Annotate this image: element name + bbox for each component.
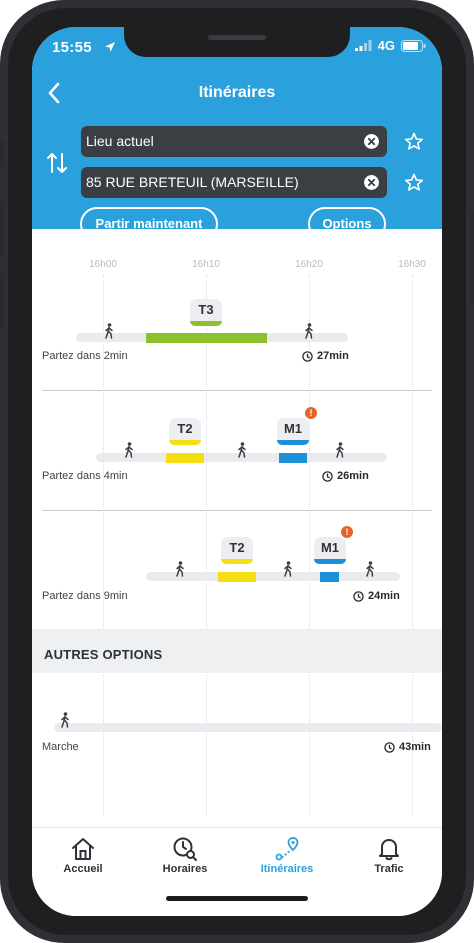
- tram-segment: [218, 572, 256, 582]
- line-badge-color: [169, 440, 201, 445]
- tram-segment: [166, 453, 204, 463]
- bell-icon: [379, 839, 399, 861]
- metro-segment: [320, 572, 339, 582]
- clear-destination-icon[interactable]: [364, 175, 379, 190]
- home-icon: [72, 838, 94, 860]
- notch: [124, 27, 350, 57]
- tab-accueil[interactable]: Accueil: [32, 828, 134, 888]
- tab-horaires[interactable]: Horaires: [134, 828, 236, 888]
- destination-value: 85 RUE BRETEUIL (MARSEILLE): [86, 174, 299, 190]
- phone-frame: 15:55 4G Itinéraires Lieu actuel 85 RUE …: [0, 0, 474, 943]
- tram-segment: [146, 333, 267, 343]
- network-type: 4G: [377, 38, 395, 53]
- line-badge-color: [277, 440, 309, 445]
- line-badge-color: [221, 559, 253, 564]
- page-title: Itinéraires: [198, 84, 276, 101]
- route-pins-icon: [275, 837, 299, 861]
- tab-label-active: Itinéraires: [260, 863, 314, 875]
- favorite-destination-star-icon[interactable]: [404, 173, 424, 193]
- trip-duration: 26min: [322, 470, 369, 482]
- time-tick: 16h10: [192, 259, 220, 270]
- walk-icon: [366, 561, 374, 577]
- walk-icon: [336, 442, 344, 458]
- other-options-title: AUTRES OPTIONS: [44, 647, 163, 662]
- line-badge-color: [190, 321, 222, 326]
- duration-value: 43min: [399, 741, 431, 753]
- favorite-origin-star-icon[interactable]: [404, 132, 424, 152]
- divider: [42, 390, 432, 391]
- walk-icon: [125, 442, 133, 458]
- header: 15:55 4G Itinéraires Lieu actuel 85 RUE …: [32, 27, 442, 229]
- walk-label: Marche: [42, 741, 79, 753]
- trip-duration: 24min: [353, 590, 400, 602]
- time-tick: 16h00: [89, 259, 117, 270]
- volume-down-button: [0, 272, 4, 330]
- grid-line: [412, 275, 413, 815]
- tab-bar: Accueil Horaires Itinéraires Trafic: [32, 827, 442, 916]
- trip-duration: 27min: [302, 350, 349, 362]
- departure-info: Partez dans 2min: [42, 350, 128, 362]
- divider: [42, 510, 432, 511]
- tab-label: Trafic: [374, 863, 404, 875]
- clock-icon: [302, 350, 313, 362]
- line-badge-t3: T3: [190, 299, 222, 321]
- line-badge-m1: M1: [277, 418, 309, 440]
- duration-value: 24min: [368, 590, 400, 602]
- tab-trafic[interactable]: Trafic: [338, 828, 440, 888]
- tab-label: Accueil: [63, 863, 103, 875]
- walk-icon: [61, 712, 69, 728]
- swap-direction-icon[interactable]: [46, 151, 68, 175]
- walk-icon: [105, 323, 113, 339]
- home-indicator[interactable]: [166, 896, 308, 901]
- walk-icon: [176, 561, 184, 577]
- duration-value: 27min: [317, 350, 349, 362]
- origin-input[interactable]: Lieu actuel: [81, 126, 387, 157]
- time-tick: 16h20: [295, 259, 323, 270]
- clock-icon: [384, 741, 395, 753]
- side-button: [0, 138, 4, 168]
- line-badge-m1: M1: [314, 537, 346, 559]
- time-tick: 16h30: [398, 259, 426, 270]
- clock-icon: [322, 470, 333, 482]
- metro-segment: [279, 453, 307, 463]
- battery-icon: [401, 39, 426, 52]
- destination-input[interactable]: 85 RUE BRETEUIL (MARSEILLE): [81, 167, 387, 198]
- results-panel: 16h00 16h10 16h20 16h30 T3 Partez dans 2…: [32, 229, 442, 827]
- app-screen: 15:55 4G Itinéraires Lieu actuel 85 RUE …: [32, 27, 442, 916]
- walk-icon: [284, 561, 292, 577]
- clock-icon: [353, 590, 364, 602]
- status-time: 15:55: [52, 39, 92, 56]
- tab-label: Horaires: [162, 863, 208, 875]
- disruption-alert-icon[interactable]: !: [341, 526, 353, 538]
- tab-itineraires[interactable]: Itinéraires: [236, 828, 338, 888]
- signal-icon: [354, 40, 372, 51]
- departure-info: Partez dans 4min: [42, 470, 128, 482]
- line-badge-t2: T2: [221, 537, 253, 559]
- volume-up-button: [0, 200, 4, 258]
- line-badge-t2: T2: [169, 418, 201, 440]
- duration-value: 26min: [337, 470, 369, 482]
- route-track: [54, 723, 442, 732]
- speaker: [208, 35, 266, 40]
- location-arrow-icon: [105, 42, 115, 52]
- trip-duration: 43min: [384, 741, 431, 753]
- origin-value: Lieu actuel: [86, 133, 154, 149]
- power-button: [470, 212, 474, 304]
- line-badge-color: [314, 559, 346, 564]
- walk-icon: [238, 442, 246, 458]
- walk-icon: [305, 323, 313, 339]
- disruption-alert-icon[interactable]: !: [305, 407, 317, 419]
- status-indicators: 4G: [354, 38, 426, 53]
- grid-line: [206, 275, 207, 815]
- departure-info: Partez dans 9min: [42, 590, 128, 602]
- clear-origin-icon[interactable]: [364, 134, 379, 149]
- clock-search-icon: [173, 837, 197, 861]
